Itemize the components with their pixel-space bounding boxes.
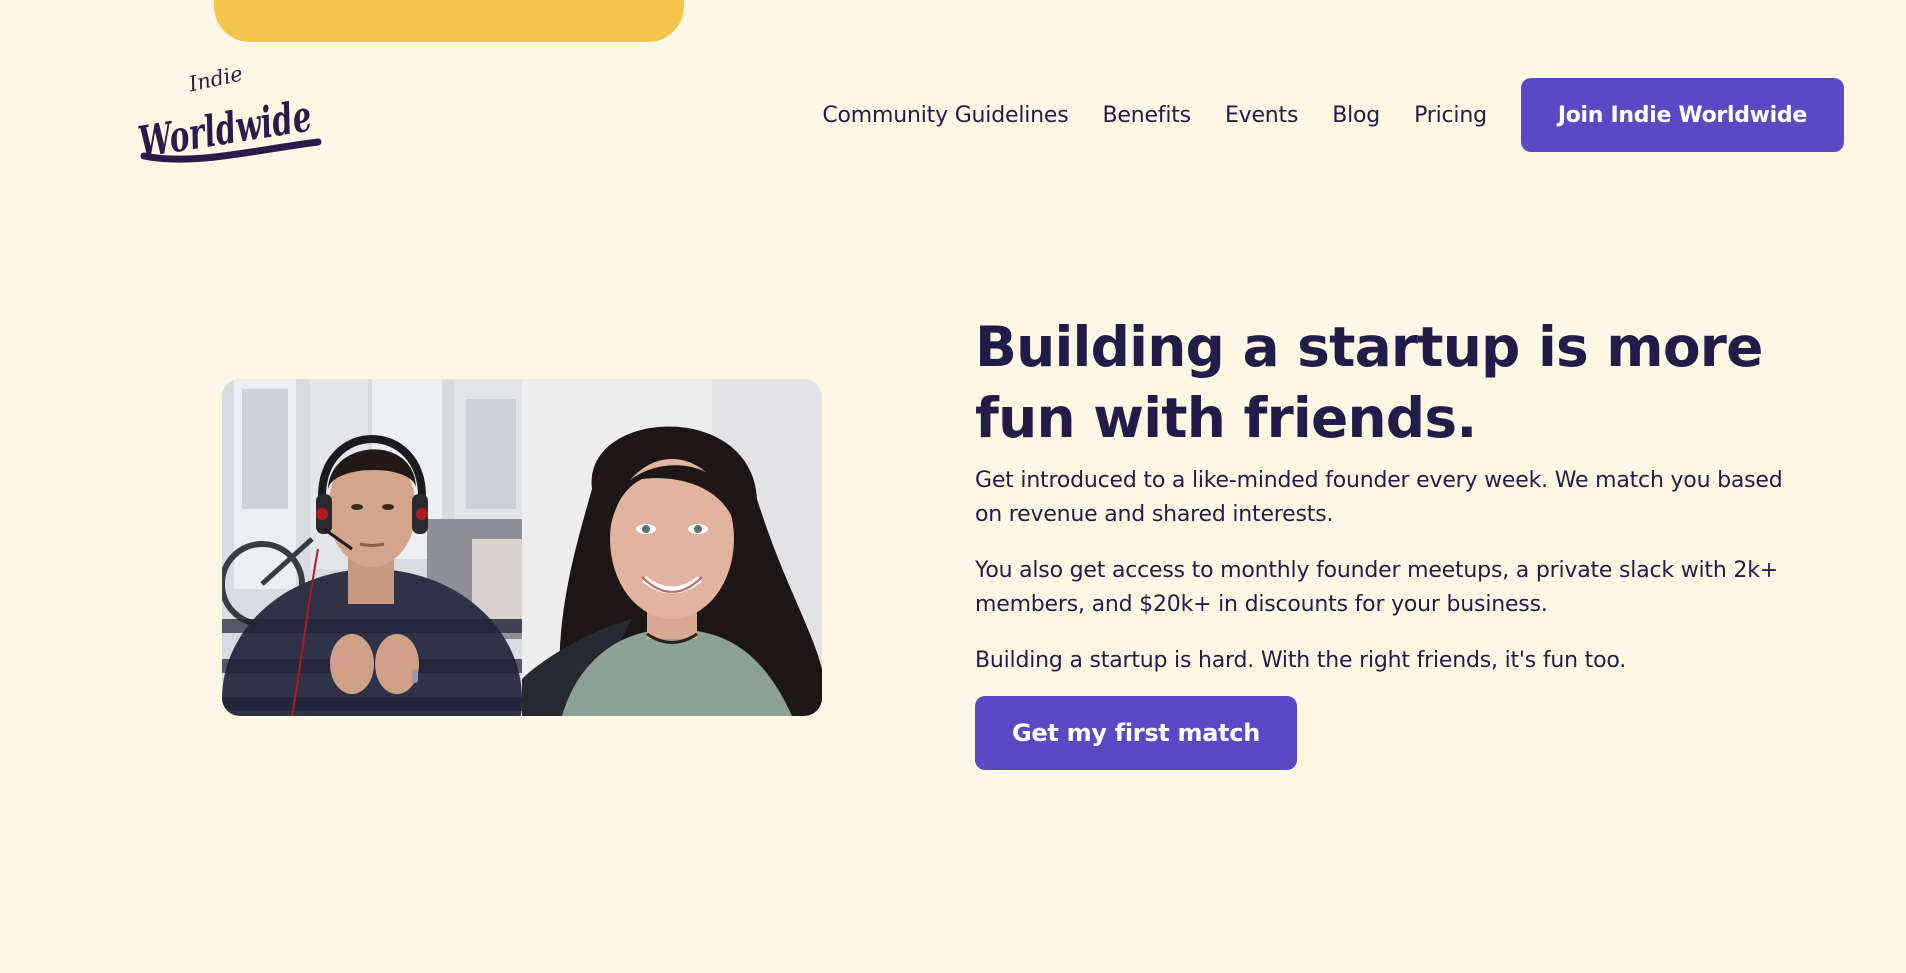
nav-benefits[interactable]: Benefits [1102, 103, 1191, 128]
hero-paragraph-closing: Building a startup is hard. With the rig… [975, 648, 1626, 673]
svg-text:Indie: Indie [186, 64, 245, 97]
hero-section: Building a startup is more fun with frie… [975, 312, 1795, 770]
top-decorative-tab [214, 0, 684, 42]
nav-events[interactable]: Events [1225, 103, 1298, 128]
video-panel-man [222, 379, 522, 716]
hero-paragraph-benefits: You also get access to monthly founder m… [975, 558, 1778, 617]
main-nav: Community Guidelines Benefits Events Blo… [760, 78, 1844, 152]
nav-community-guidelines[interactable]: Community Guidelines [822, 103, 1068, 128]
video-call-photo [222, 379, 822, 716]
nav-blog[interactable]: Blog [1332, 103, 1380, 128]
hero-headline: Building a startup is more fun with frie… [975, 315, 1763, 450]
hero-paragraph-intro: Get introduced to a like-minded founder … [975, 468, 1783, 527]
indie-worldwide-logo[interactable]: Indie Worldwide [134, 64, 324, 172]
get-first-match-button[interactable]: Get my first match [975, 696, 1298, 770]
join-button[interactable]: Join Indie Worldwide [1520, 78, 1844, 152]
video-panel-woman [522, 379, 822, 716]
nav-pricing[interactable]: Pricing [1414, 103, 1487, 128]
